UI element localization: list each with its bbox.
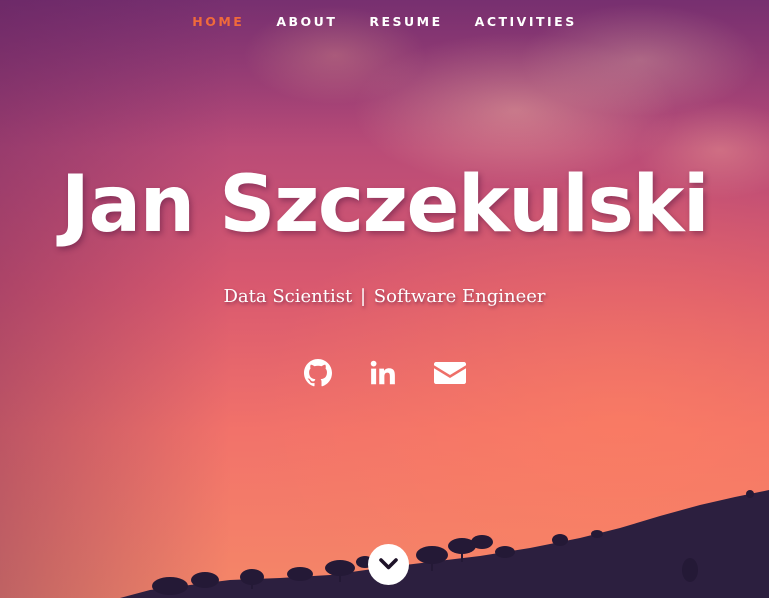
nav-home[interactable]: HOME xyxy=(192,14,244,29)
subtitle-role-software-engineer: Software Engineer xyxy=(373,286,546,307)
subtitle-role-data-scientist: Data Scientist xyxy=(223,286,353,307)
main-navigation: HOME ABOUT RESUME ACTIVITIES xyxy=(0,13,769,29)
page-title: Jan Szczekulski xyxy=(60,160,710,250)
linkedin-icon xyxy=(370,360,395,385)
email-link[interactable] xyxy=(433,359,466,387)
chevron-down-icon xyxy=(379,558,398,570)
github-icon xyxy=(303,359,332,387)
nav-activities[interactable]: ACTIVITIES xyxy=(475,14,577,29)
hero-section: HOME ABOUT RESUME ACTIVITIES Jan Szczeku… xyxy=(0,0,769,598)
scroll-down-button[interactable] xyxy=(368,544,409,585)
nav-about[interactable]: ABOUT xyxy=(276,14,337,29)
envelope-icon xyxy=(433,362,466,384)
nav-resume[interactable]: RESUME xyxy=(369,14,442,29)
linkedin-link[interactable] xyxy=(368,358,398,388)
subtitle-separator: | xyxy=(359,286,367,307)
github-link[interactable] xyxy=(303,359,332,387)
subtitle: Data Scientist | Software Engineer xyxy=(0,286,769,307)
social-links xyxy=(0,358,769,394)
